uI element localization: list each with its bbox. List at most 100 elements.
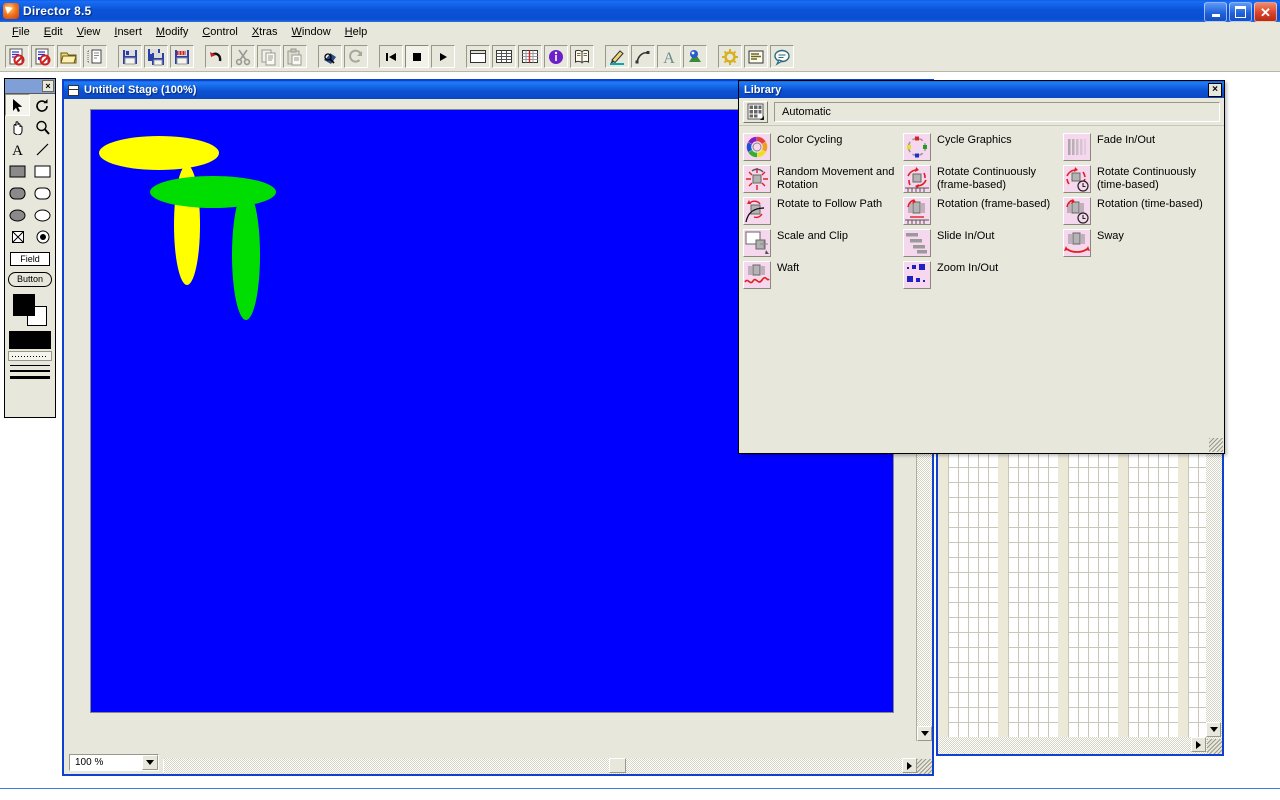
close-icon[interactable]: × [1208, 82, 1222, 97]
library-item-rotate-continuously-time-based[interactable]: Rotate Continuously (time-based) [1063, 165, 1223, 193]
script-window-icon[interactable] [744, 45, 768, 68]
library-columns: Color Cycling Random Movement and Rotati… [743, 133, 1224, 293]
message-window-icon[interactable] [770, 45, 794, 68]
stage-scroll-down-button[interactable] [917, 726, 932, 741]
undo-icon[interactable] [205, 45, 229, 68]
magnifier-tool[interactable] [30, 116, 55, 138]
sway-icon [1063, 229, 1091, 257]
cut-icon[interactable] [231, 45, 255, 68]
library-item-color-cycling[interactable]: Color Cycling [743, 133, 903, 161]
filled-ellipse-tool[interactable] [5, 204, 30, 226]
import-icon[interactable] [83, 45, 107, 68]
behavior-inspector-icon[interactable] [718, 45, 742, 68]
stop-icon[interactable] [405, 45, 429, 68]
score-horizontal-scrollbar[interactable] [938, 737, 1222, 754]
stage-horizontal-scrollbar[interactable] [164, 758, 917, 774]
line-width-none[interactable] [8, 351, 52, 361]
chevron-down-icon[interactable] [142, 755, 158, 770]
minimize-button[interactable] [1204, 2, 1227, 22]
publish-icon[interactable] [170, 45, 194, 68]
rounded-rectangle-tool[interactable] [30, 182, 55, 204]
text-tool[interactable]: A [5, 138, 30, 160]
menu-modify[interactable]: Modify [149, 24, 195, 40]
stage-hscroll-thumb[interactable] [609, 758, 626, 773]
score-scroll-right-button[interactable] [1191, 737, 1206, 752]
rotate-skew-tool[interactable] [30, 94, 55, 116]
line-width-2[interactable] [8, 370, 52, 372]
menu-file[interactable]: File [5, 24, 37, 40]
save-all-icon[interactable] [144, 45, 168, 68]
library-item-scale-and-clip[interactable]: Scale and Clip [743, 229, 903, 257]
rectangle-tool[interactable] [30, 160, 55, 182]
line-width-3[interactable] [8, 376, 52, 379]
property-inspector-icon[interactable] [544, 45, 568, 68]
foreground-color-chip[interactable] [13, 294, 35, 316]
library-item-rotate-continuously-frame-based[interactable]: Rotate Continuously (frame-based) [903, 165, 1063, 193]
stage-window-icon[interactable] [466, 45, 490, 68]
menu-view[interactable]: View [70, 24, 108, 40]
library-item-label: Rotation (frame-based) [937, 198, 1051, 210]
library-item-label: Zoom In/Out [937, 262, 999, 274]
pattern-chip[interactable] [9, 331, 51, 349]
library-item-slide-in-out[interactable]: Slide In/Out [903, 229, 1063, 257]
library-item-rotate-to-follow-path[interactable]: Rotate to Follow Path [743, 197, 903, 225]
exchange-cast-members-icon[interactable] [344, 45, 368, 68]
text-window-icon[interactable]: A [657, 45, 681, 68]
stage-scroll-right-button[interactable] [902, 758, 917, 773]
close-button[interactable]: ✕ [1254, 2, 1277, 22]
menu-help[interactable]: Help [338, 24, 375, 40]
line-width-1[interactable] [8, 365, 52, 366]
score-scroll-down-button[interactable] [1206, 722, 1221, 737]
library-item-cycle-graphics[interactable]: Cycle Graphics [903, 133, 1063, 161]
bottom-status-strip [0, 788, 1280, 800]
filled-rounded-rectangle-tool[interactable] [5, 182, 30, 204]
rotate-continuously-frame-icon [903, 165, 931, 193]
library-item-rotation-time-based[interactable]: Rotation (time-based) [1063, 197, 1223, 225]
menu-insert[interactable]: Insert [107, 24, 149, 40]
open-icon[interactable] [57, 45, 81, 68]
menu-edit[interactable]: Edit [37, 24, 70, 40]
find-icon[interactable] [318, 45, 342, 68]
close-icon[interactable]: × [42, 80, 54, 92]
library-item-zoom-in-out[interactable]: Zoom In/Out [903, 261, 1063, 289]
radio-button-tool[interactable] [30, 226, 55, 248]
hand-tool[interactable] [5, 116, 30, 138]
menu-xtras[interactable]: Xtras [245, 24, 285, 40]
maximize-button[interactable] [1229, 2, 1252, 22]
ellipse-tool[interactable] [30, 204, 55, 226]
zoom-level-select[interactable]: 100 % [69, 754, 159, 771]
filled-rectangle-tool[interactable] [5, 160, 30, 182]
shockwave-3d-icon[interactable] [683, 45, 707, 68]
new-movie-icon[interactable] [5, 45, 29, 68]
library-list-view-button[interactable] [743, 100, 768, 123]
library-item-rotation-frame-based[interactable]: Rotation (frame-based) [903, 197, 1063, 225]
library-item-random-movement-and-rotation[interactable]: Random Movement and Rotation [743, 165, 903, 193]
paste-icon[interactable] [283, 45, 307, 68]
copy-icon[interactable] [257, 45, 281, 68]
button-tool-label: Button [8, 272, 52, 287]
paint-window-icon[interactable] [605, 45, 629, 68]
arrow-tool[interactable] [5, 94, 30, 116]
play-icon[interactable] [431, 45, 455, 68]
rewind-icon[interactable] [379, 45, 403, 68]
library-item-waft[interactable]: Waft [743, 261, 903, 289]
score-resize-grip[interactable] [1207, 739, 1222, 754]
field-tool[interactable]: Field [5, 248, 55, 269]
cast-window-icon[interactable] [492, 45, 516, 68]
stage-resize-grip[interactable] [917, 759, 932, 774]
new-cast-icon[interactable] [31, 45, 55, 68]
library-resize-grip[interactable] [1209, 438, 1223, 452]
library-item-sway[interactable]: Sway [1063, 229, 1223, 257]
library-category-select[interactable]: Automatic [774, 101, 1220, 122]
svg-text:A: A [663, 50, 675, 66]
save-icon[interactable] [118, 45, 142, 68]
library-palette-icon[interactable] [570, 45, 594, 68]
line-tool[interactable] [30, 138, 55, 160]
menu-window[interactable]: Window [285, 24, 338, 40]
score-window-icon[interactable] [518, 45, 542, 68]
menu-control[interactable]: Control [195, 24, 244, 40]
library-item-fade-in-out[interactable]: Fade In/Out [1063, 133, 1223, 161]
checkbox-tool[interactable] [5, 226, 30, 248]
vector-shape-icon[interactable] [631, 45, 655, 68]
button-tool[interactable]: Button [5, 269, 55, 290]
